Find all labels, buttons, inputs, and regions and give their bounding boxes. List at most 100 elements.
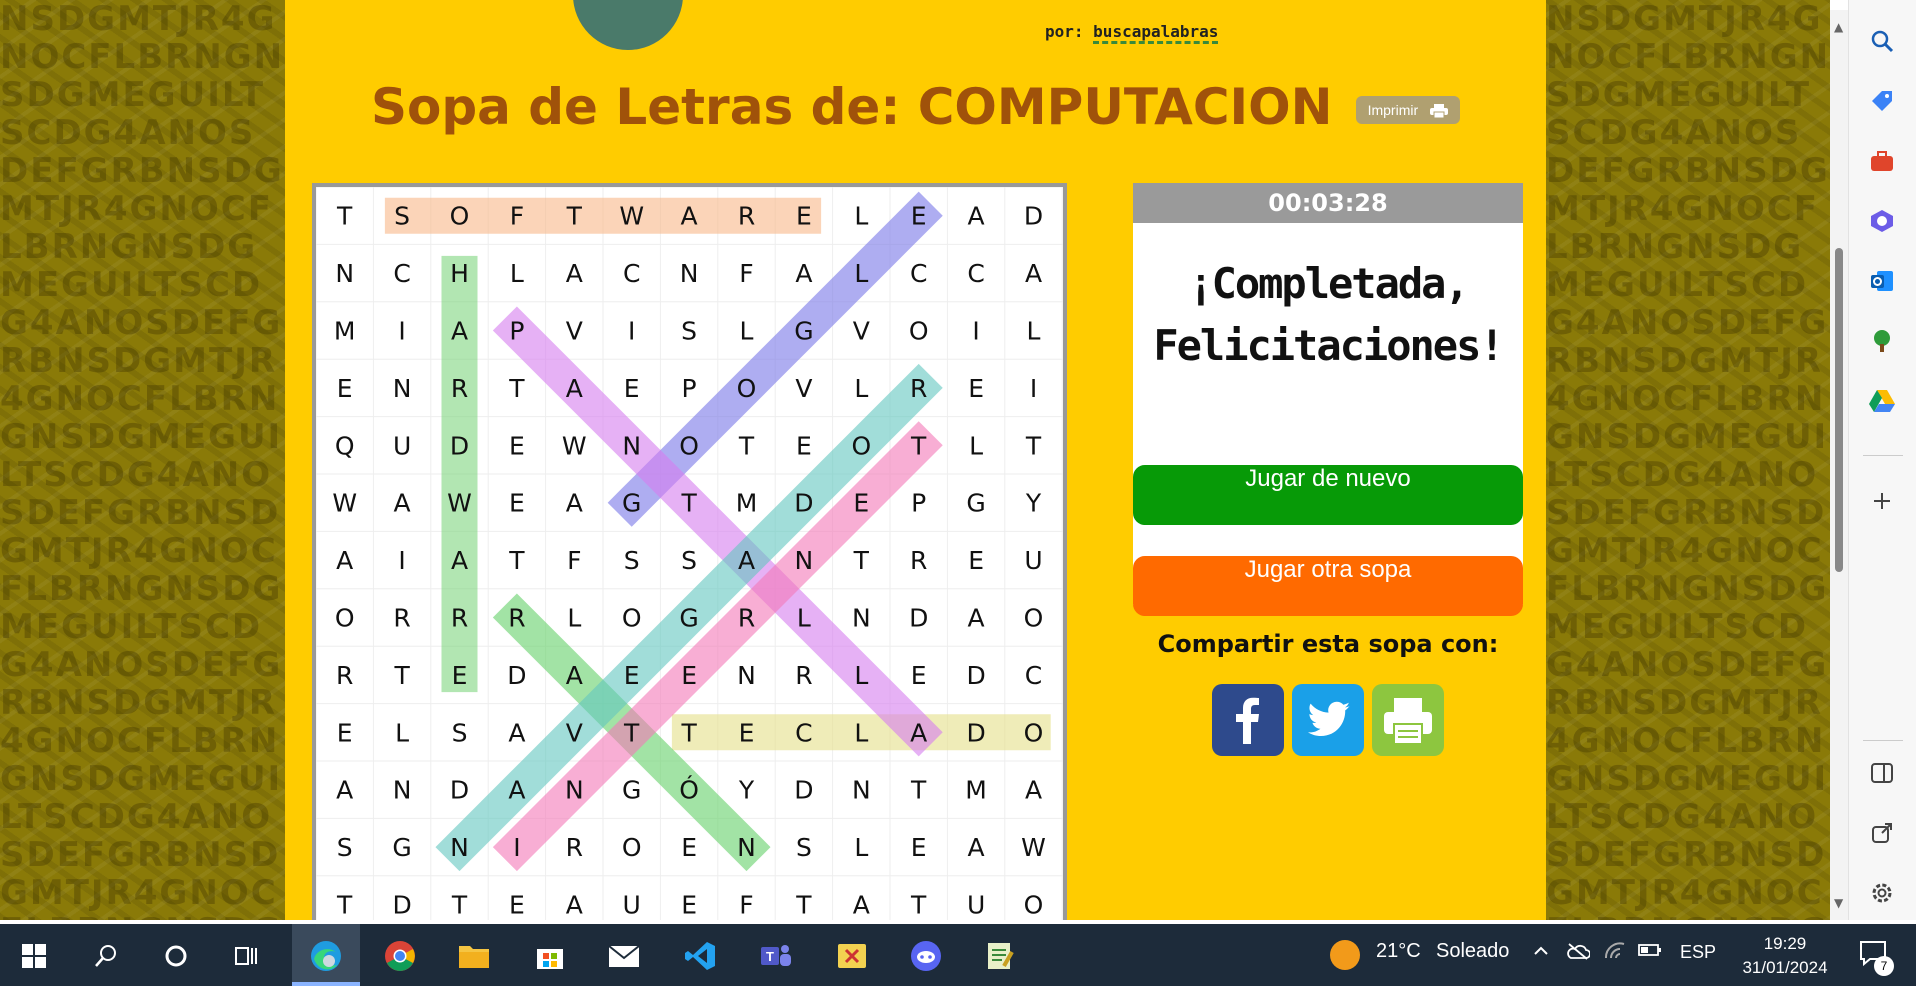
- grid-letter[interactable]: C: [1025, 661, 1042, 690]
- grid-letter[interactable]: T: [910, 891, 927, 920]
- grid-letter[interactable]: S: [394, 202, 410, 231]
- settings-gear-icon[interactable]: [1867, 878, 1897, 908]
- grid-letter[interactable]: A: [508, 718, 525, 747]
- grid-letter[interactable]: I: [513, 833, 520, 862]
- onedrive-cloud-icon[interactable]: [1566, 942, 1591, 965]
- grid-letter[interactable]: Q: [335, 431, 355, 460]
- language-indicator[interactable]: ESP: [1680, 942, 1716, 963]
- grid-letter[interactable]: O: [622, 833, 642, 862]
- grid-letter[interactable]: L: [854, 661, 868, 690]
- grid-letter[interactable]: A: [336, 546, 353, 575]
- grid-letter[interactable]: G: [966, 489, 985, 518]
- grid-letter[interactable]: O: [1024, 718, 1044, 747]
- grid-letter[interactable]: E: [509, 489, 525, 518]
- twitter-share-button[interactable]: [1292, 684, 1364, 756]
- outlook-icon[interactable]: [1867, 266, 1897, 296]
- grid-letter[interactable]: W: [447, 489, 472, 518]
- grid-letter[interactable]: A: [566, 661, 583, 690]
- grid-letter[interactable]: L: [797, 604, 811, 633]
- scroll-down-icon[interactable]: ▼: [1834, 896, 1843, 910]
- grid-letter[interactable]: E: [509, 431, 525, 460]
- grid-letter[interactable]: R: [738, 604, 755, 633]
- grid-letter[interactable]: R: [910, 546, 927, 575]
- grid-letter[interactable]: E: [681, 661, 697, 690]
- mail-icon[interactable]: [604, 936, 644, 976]
- grid-letter[interactable]: C: [910, 259, 927, 288]
- grid-letter[interactable]: A: [566, 489, 583, 518]
- grid-letter[interactable]: D: [966, 661, 985, 690]
- grid-letter[interactable]: A: [1025, 259, 1042, 288]
- play-other-button[interactable]: Jugar otra sopa: [1133, 556, 1523, 616]
- grid-letter[interactable]: M: [334, 317, 356, 346]
- grid-letter[interactable]: D: [450, 431, 469, 460]
- open-external-icon[interactable]: [1867, 818, 1897, 848]
- grid-letter[interactable]: T: [680, 718, 697, 747]
- grid-letter[interactable]: D: [392, 891, 411, 920]
- grid-letter[interactable]: A: [566, 259, 583, 288]
- grid-letter[interactable]: F: [739, 259, 753, 288]
- cortana-icon[interactable]: [156, 936, 196, 976]
- scrollbar-thumb[interactable]: [1835, 248, 1843, 572]
- page-scrollbar[interactable]: ▲ ▼: [1830, 10, 1848, 920]
- grid-letter[interactable]: V: [566, 718, 583, 747]
- edge-browser-icon[interactable]: [306, 936, 346, 976]
- grid-letter[interactable]: F: [567, 546, 581, 575]
- grid-letter[interactable]: F: [510, 202, 524, 231]
- grid-letter[interactable]: L: [567, 604, 581, 633]
- grid-letter[interactable]: A: [508, 776, 525, 805]
- grid-letter[interactable]: R: [451, 374, 468, 403]
- search-icon[interactable]: [1867, 26, 1897, 56]
- grid-letter[interactable]: Y: [738, 776, 755, 805]
- grid-letter[interactable]: D: [450, 776, 469, 805]
- grid-letter[interactable]: E: [337, 718, 353, 747]
- grid-letter[interactable]: T: [451, 891, 468, 920]
- grid-canvas[interactable]: T S O F T W A R E L E A DN C H L A C N F A L C C AM I A P V I S L G V O I LE…: [316, 187, 1063, 920]
- grid-letter[interactable]: E: [681, 833, 697, 862]
- grid-letter[interactable]: S: [337, 833, 353, 862]
- grid-letter[interactable]: D: [794, 489, 813, 518]
- dev-tools-app-icon[interactable]: [832, 936, 872, 976]
- grid-letter[interactable]: L: [854, 718, 868, 747]
- grid-letter[interactable]: O: [737, 374, 757, 403]
- grid-letter[interactable]: S: [681, 546, 697, 575]
- grid-letter[interactable]: A: [968, 202, 985, 231]
- grid-letter[interactable]: E: [911, 661, 927, 690]
- grid-letter[interactable]: C: [795, 718, 812, 747]
- task-view-icon[interactable]: [226, 936, 266, 976]
- chrome-icon[interactable]: [380, 936, 420, 976]
- grid-letter[interactable]: C: [623, 259, 640, 288]
- grid-letter[interactable]: N: [565, 776, 584, 805]
- grid-letter[interactable]: A: [968, 604, 985, 633]
- grid-letter[interactable]: T: [336, 891, 353, 920]
- grid-letter[interactable]: M: [736, 489, 758, 518]
- grid-letter[interactable]: T: [680, 489, 697, 518]
- weather-description[interactable]: Soleado: [1436, 940, 1509, 963]
- grid-letter[interactable]: T: [566, 202, 583, 231]
- grid-letter[interactable]: Y: [1025, 489, 1042, 518]
- grid-letter[interactable]: A: [336, 776, 353, 805]
- grid-letter[interactable]: R: [566, 833, 583, 862]
- grid-letter[interactable]: W: [619, 202, 644, 231]
- grid-letter[interactable]: C: [393, 259, 410, 288]
- grid-letter[interactable]: L: [854, 202, 868, 231]
- grid-letter[interactable]: A: [566, 891, 583, 920]
- weather-sun-icon[interactable]: [1330, 940, 1360, 970]
- notepad-app-icon[interactable]: [980, 936, 1020, 976]
- grid-letter[interactable]: G: [679, 604, 698, 633]
- teams-icon[interactable]: T: [756, 936, 796, 976]
- file-explorer-icon[interactable]: [454, 936, 494, 976]
- word-search-grid[interactable]: TSOFTWARELEADNCHLACNFALCCAMIAPVISLGVOILE…: [312, 183, 1067, 920]
- grid-letter[interactable]: N: [393, 374, 412, 403]
- grid-letter[interactable]: O: [851, 431, 871, 460]
- grid-letter[interactable]: G: [622, 489, 641, 518]
- chevron-up-icon[interactable]: [1532, 942, 1550, 965]
- grid-letter[interactable]: N: [852, 604, 871, 633]
- grid-letter[interactable]: O: [909, 317, 929, 346]
- grid-letter[interactable]: U: [623, 891, 641, 920]
- grid-letter[interactable]: R: [738, 202, 755, 231]
- windows-start-icon[interactable]: [14, 936, 54, 976]
- grid-letter[interactable]: O: [679, 431, 699, 460]
- grid-letter[interactable]: I: [628, 317, 635, 346]
- grid-letter[interactable]: S: [796, 833, 812, 862]
- grid-letter[interactable]: U: [1024, 546, 1042, 575]
